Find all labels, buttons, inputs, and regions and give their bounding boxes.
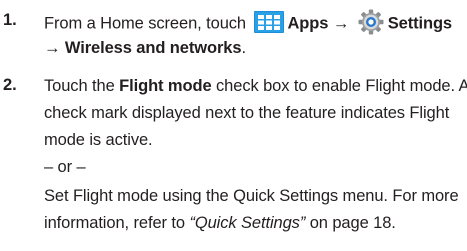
- step-text: Set Flight mode using the Quick Settings…: [44, 187, 459, 205]
- apps-grid-icon: [254, 11, 285, 33]
- step-2-line-3: mode is active.: [44, 130, 153, 150]
- step-text: Touch the: [44, 77, 120, 95]
- step-2-line-1: Touch the Flight mode check box to enabl…: [44, 76, 467, 96]
- step-text: check mark displayed next to the feature…: [44, 104, 450, 122]
- wireless-and-networks-path: → Wireless and networks: [44, 39, 242, 57]
- step-number: 2.: [3, 76, 17, 94]
- arrow: →: [332, 14, 350, 33]
- step-2-line-5: Set Flight mode using the Quick Settings…: [44, 186, 459, 206]
- step-2-line-6: information, refer to “Quick Settings” o…: [44, 213, 396, 233]
- step-text: mode is active.: [44, 131, 153, 149]
- settings-gear-icon: [358, 9, 384, 35]
- step-text: From a Home screen, touch: [44, 14, 246, 33]
- step-text: check box to enable Flight mode. A: [211, 77, 467, 95]
- step-text: information, refer to: [44, 214, 190, 232]
- step-number: 1.: [3, 11, 17, 29]
- period: .: [241, 39, 246, 57]
- step-2-line-2: check mark displayed next to the feature…: [44, 103, 449, 123]
- apps-label: Apps: [287, 14, 329, 33]
- step-1-line-1: From a Home screen, touch Apps → Setting…: [44, 9, 453, 35]
- manual-page: 1. From a Home screen, touch Apps → Sett…: [0, 0, 467, 251]
- or-text: – or –: [44, 158, 86, 176]
- settings-label: Settings: [387, 14, 453, 33]
- step-text: on page 18.: [305, 214, 396, 232]
- quick-settings-reference[interactable]: “Quick Settings”: [189, 214, 305, 232]
- flight-mode-label: Flight mode: [119, 77, 212, 95]
- or-separator: – or –: [44, 157, 86, 177]
- step-1-line-2: → Wireless and networks.: [44, 38, 246, 58]
